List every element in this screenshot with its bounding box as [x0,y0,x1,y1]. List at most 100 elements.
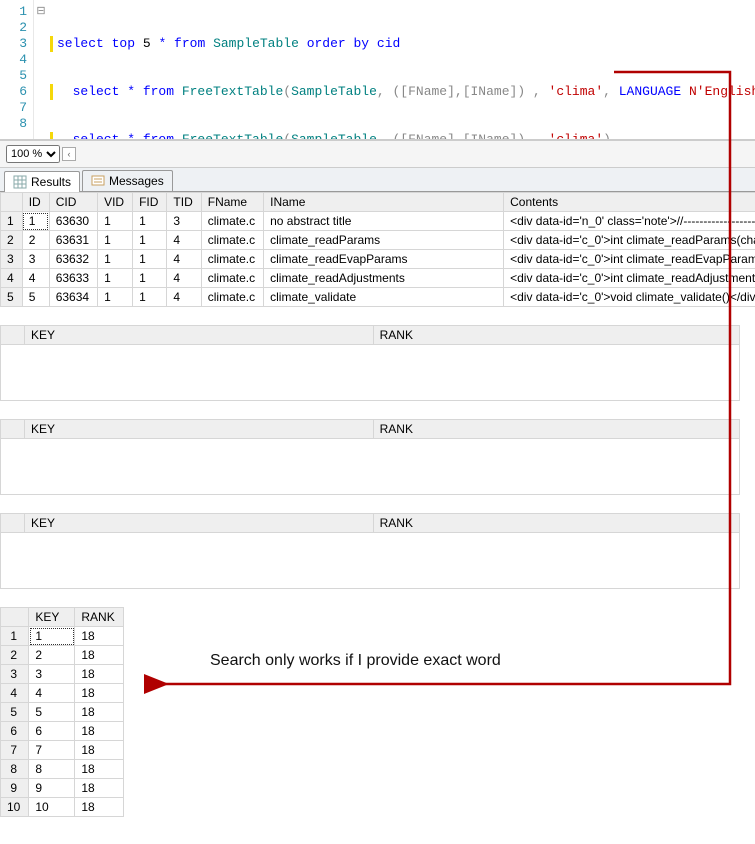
table-row[interactable]: 3318 [1,665,124,684]
cell[interactable]: climate.c [201,231,263,250]
table-row[interactable]: 2263631114climate.cclimate_readParams<di… [1,231,755,250]
cell[interactable]: 10 [29,798,75,817]
cell[interactable]: 2 [22,231,49,250]
cell[interactable]: 4 [167,231,201,250]
column-header[interactable]: KEY [25,420,374,439]
cell[interactable]: 1 [133,269,167,288]
zoom-step-button[interactable]: ‹ [62,147,76,161]
sql-editor[interactable]: 1 2 3 4 5 6 7 8 ⊟ select top 5 * from Sa… [0,0,755,140]
cell[interactable]: 3 [167,212,201,231]
cell[interactable]: 1 [98,250,133,269]
row-header[interactable]: 8 [1,760,29,779]
cell[interactable]: 63630 [49,212,97,231]
column-header[interactable] [1,514,25,533]
column-header[interactable]: FID [133,193,167,212]
column-header[interactable]: RANK [373,514,739,533]
cell[interactable]: 1 [29,627,75,646]
table-row[interactable]: 3363632114climate.cclimate_readEvapParam… [1,250,755,269]
cell[interactable]: 4 [167,269,201,288]
cell[interactable]: 1 [133,288,167,307]
cell[interactable]: climate_readParams [264,231,504,250]
table-row[interactable]: 5518 [1,703,124,722]
cell[interactable]: <div data-id='c_0'>int climate_readEvapP… [504,250,755,269]
cell[interactable]: 1 [133,231,167,250]
cell[interactable]: 4 [167,288,201,307]
cell[interactable]: 18 [75,665,123,684]
table-row[interactable]: 4418 [1,684,124,703]
cell[interactable]: 63633 [49,269,97,288]
result-grid-3[interactable]: KEYRANK [0,419,740,495]
row-header[interactable]: 6 [1,722,29,741]
cell[interactable]: 4 [22,269,49,288]
table-row[interactable]: 1163630113climate.cno abstract title<div… [1,212,755,231]
cell[interactable]: 63631 [49,231,97,250]
cell[interactable]: 63634 [49,288,97,307]
column-header[interactable]: KEY [29,608,75,627]
row-header[interactable]: 2 [1,231,23,250]
row-header[interactable]: 5 [1,288,23,307]
cell[interactable]: climate.c [201,288,263,307]
row-header[interactable]: 5 [1,703,29,722]
table-row[interactable]: 7718 [1,741,124,760]
column-header[interactable]: IName [264,193,504,212]
cell[interactable]: 3 [29,665,75,684]
table-row[interactable]: 8818 [1,760,124,779]
cell[interactable]: 18 [75,703,123,722]
column-header[interactable]: FName [201,193,263,212]
column-header[interactable]: ID [22,193,49,212]
row-header[interactable]: 9 [1,779,29,798]
result-grid-2[interactable]: KEYRANK [0,325,740,401]
cell[interactable]: 4 [167,250,201,269]
cell[interactable]: climate_readEvapParams [264,250,504,269]
cell[interactable]: 5 [22,288,49,307]
column-header[interactable]: RANK [75,608,123,627]
cell[interactable]: 5 [29,703,75,722]
column-header[interactable]: RANK [373,326,739,345]
column-header[interactable]: RANK [373,420,739,439]
column-header[interactable]: CID [49,193,97,212]
cell[interactable]: climate.c [201,212,263,231]
column-header[interactable] [1,420,25,439]
tab-messages[interactable]: Messages [82,170,173,191]
cell[interactable]: 18 [75,779,123,798]
cell[interactable]: 3 [22,250,49,269]
column-header[interactable] [1,193,23,212]
cell[interactable]: 7 [29,741,75,760]
table-row[interactable]: 2218 [1,646,124,665]
cell[interactable]: climate_readAdjustments [264,269,504,288]
table-row[interactable]: 6618 [1,722,124,741]
row-header[interactable]: 2 [1,646,29,665]
fold-gutter[interactable]: ⊟ [34,0,48,139]
cell[interactable]: climate.c [201,250,263,269]
zoom-select[interactable]: 100 % [6,145,60,163]
cell[interactable]: <div data-id='c_0'>int climate_readAdjus… [504,269,755,288]
row-header[interactable]: 4 [1,269,23,288]
column-header[interactable]: KEY [25,326,374,345]
row-header[interactable]: 1 [1,627,29,646]
code-area[interactable]: select top 5 * from SampleTable order by… [48,0,755,139]
result-grid-4[interactable]: KEYRANK [0,513,740,589]
cell[interactable]: <div data-id='c_0'>int climate_readParam… [504,231,755,250]
cell[interactable]: <div data-id='c_0'>void climate_validate… [504,288,755,307]
cell[interactable]: 1 [133,212,167,231]
column-header[interactable]: VID [98,193,133,212]
row-header[interactable]: 3 [1,250,23,269]
cell[interactable]: 18 [75,684,123,703]
tab-results[interactable]: Results [4,171,80,192]
cell[interactable]: 2 [29,646,75,665]
column-header[interactable] [1,326,25,345]
column-header[interactable]: KEY [25,514,374,533]
row-header[interactable]: 10 [1,798,29,817]
cell[interactable]: 18 [75,760,123,779]
result-grid-1[interactable]: IDCIDVIDFIDTIDFNameINameContentsLatestVe… [0,192,755,307]
column-header[interactable] [1,608,29,627]
cell[interactable]: 63632 [49,250,97,269]
cell[interactable]: 1 [98,288,133,307]
cell[interactable]: climate_validate [264,288,504,307]
cell[interactable]: 18 [75,798,123,817]
row-header[interactable]: 1 [1,212,23,231]
table-row[interactable]: 5563634114climate.cclimate_validate<div … [1,288,755,307]
cell[interactable]: climate.c [201,269,263,288]
cell[interactable]: no abstract title [264,212,504,231]
cell[interactable]: 1 [98,212,133,231]
